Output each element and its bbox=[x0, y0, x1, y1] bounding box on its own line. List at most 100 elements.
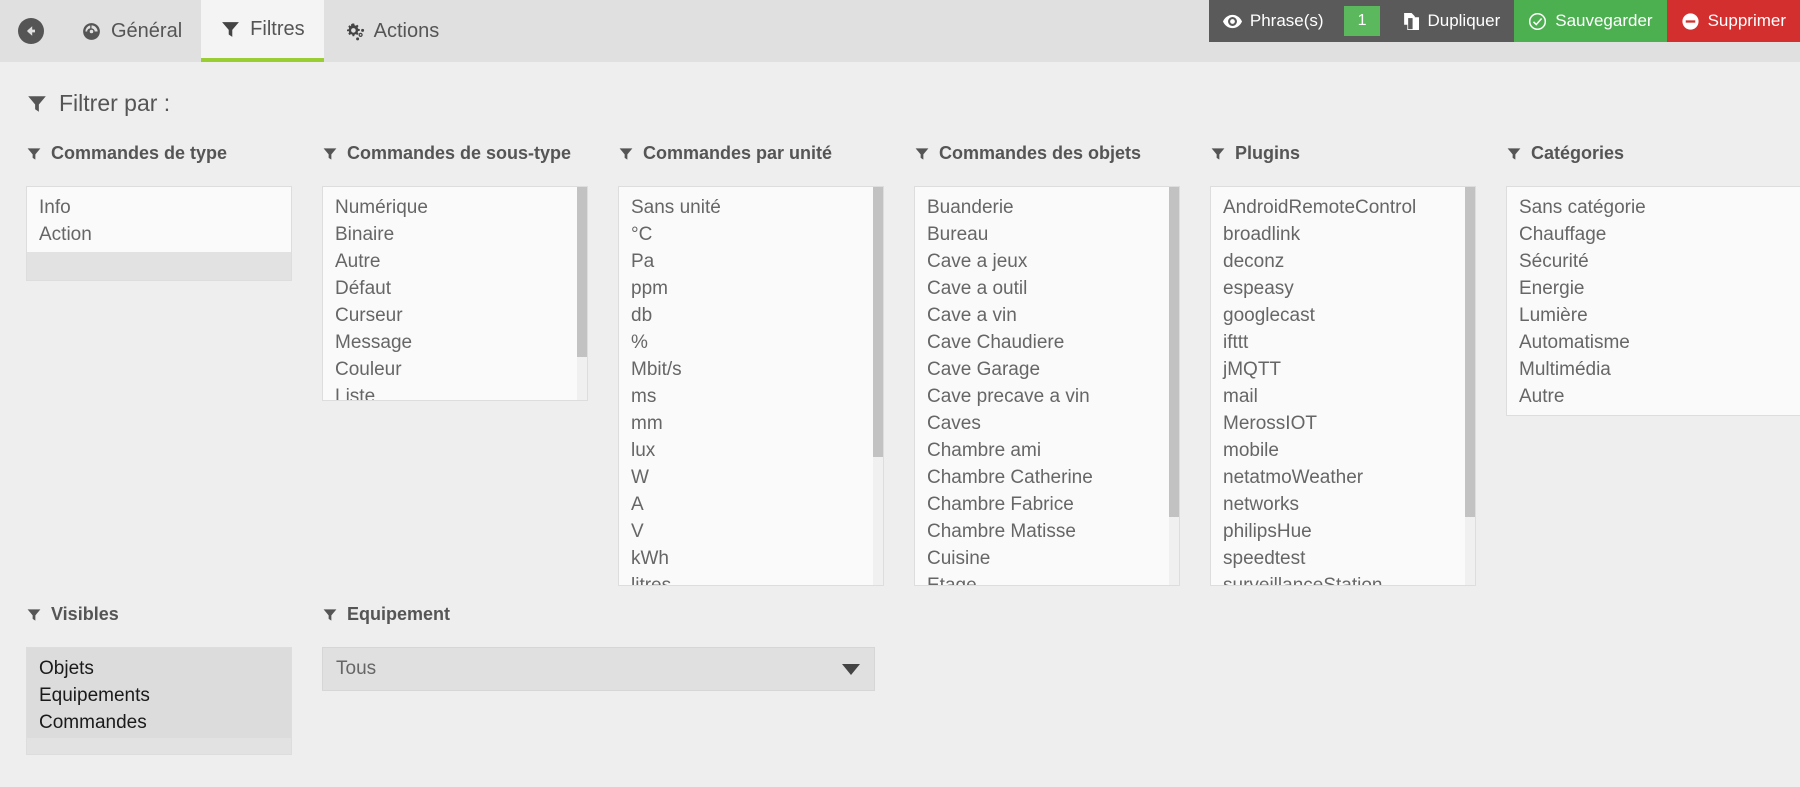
list-item[interactable]: Chambre Catherine bbox=[915, 464, 1179, 491]
list-item[interactable]: Pa bbox=[619, 248, 883, 275]
column-title-label: Commandes de sous-type bbox=[347, 143, 572, 163]
list-item[interactable]: espeasy bbox=[1211, 275, 1475, 302]
list-item[interactable]: Autre bbox=[1507, 383, 1800, 410]
list-item[interactable]: Liste bbox=[323, 383, 587, 400]
list-item[interactable]: Cave a outil bbox=[915, 275, 1179, 302]
scrollbar-thumb[interactable] bbox=[1169, 187, 1179, 517]
list-item[interactable]: W bbox=[619, 464, 883, 491]
list-item[interactable]: deconz bbox=[1211, 248, 1475, 275]
list-item[interactable]: % bbox=[619, 329, 883, 356]
list-item[interactable]: Chambre Fabrice bbox=[915, 491, 1179, 518]
list-item[interactable]: ppm bbox=[619, 275, 883, 302]
list-item[interactable]: °C bbox=[619, 221, 883, 248]
scrollbar-track[interactable] bbox=[1169, 187, 1179, 585]
supprimer-label: Supprimer bbox=[1707, 11, 1786, 30]
list-item[interactable]: mobile bbox=[1211, 437, 1475, 464]
sauvegarder-button[interactable]: Sauvegarder bbox=[1514, 0, 1667, 42]
list-item[interactable]: netatmoWeather bbox=[1211, 464, 1475, 491]
dupliquer-label: Dupliquer bbox=[1427, 11, 1501, 30]
list-item[interactable]: Cuisine bbox=[915, 545, 1179, 572]
list-item[interactable]: db bbox=[619, 302, 883, 329]
scrollbar-track[interactable] bbox=[873, 187, 883, 585]
equipement-select[interactable]: Tous bbox=[322, 647, 875, 691]
list-item[interactable]: mail bbox=[1211, 383, 1475, 410]
list-item[interactable]: litres bbox=[619, 572, 883, 585]
supprimer-button[interactable]: Supprimer bbox=[1666, 0, 1800, 42]
list-item[interactable]: ms bbox=[619, 383, 883, 410]
scrollbar-thumb[interactable] bbox=[577, 187, 587, 357]
list-item[interactable]: broadlink bbox=[1211, 221, 1475, 248]
list-item[interactable]: Buanderie bbox=[915, 194, 1179, 221]
list-item[interactable]: lux bbox=[619, 437, 883, 464]
list-item[interactable]: MerossIOT bbox=[1211, 410, 1475, 437]
list-item[interactable]: Numérique bbox=[323, 194, 587, 221]
list-item[interactable]: Energie bbox=[1507, 275, 1800, 302]
tab-actions[interactable]: Actions bbox=[324, 0, 459, 62]
listbox-plugins[interactable]: AndroidRemoteControl broadlink deconz es… bbox=[1210, 186, 1476, 586]
dupliquer-button[interactable]: Dupliquer bbox=[1388, 0, 1515, 42]
bottom-filters: Visibles Objets Equipements Commandes Eq… bbox=[26, 604, 1774, 755]
listbox-commandes-de-sous-type[interactable]: Numérique Binaire Autre Défaut Curseur M… bbox=[322, 186, 588, 401]
list-item[interactable]: Caves bbox=[915, 410, 1179, 437]
listbox-commandes-de-type[interactable]: Info Action bbox=[26, 186, 292, 281]
column-title: Catégories bbox=[1506, 143, 1800, 164]
scrollbar-thumb[interactable] bbox=[1465, 187, 1475, 517]
list-item[interactable]: networks bbox=[1211, 491, 1475, 518]
list-item[interactable]: Action bbox=[27, 221, 291, 248]
list-item[interactable]: surveillanceStation bbox=[1211, 572, 1475, 585]
list-item[interactable]: Info bbox=[27, 194, 291, 221]
list-item[interactable]: jMQTT bbox=[1211, 356, 1475, 383]
list-item[interactable]: Mbit/s bbox=[619, 356, 883, 383]
filter-icon bbox=[1210, 146, 1226, 162]
minus-circle-icon bbox=[1681, 12, 1700, 31]
tab-general[interactable]: Général bbox=[62, 0, 201, 62]
list-item[interactable]: Automatisme bbox=[1507, 329, 1800, 356]
list-item[interactable]: Cave a jeux bbox=[915, 248, 1179, 275]
listbox-options: Info Action bbox=[27, 187, 291, 252]
list-item[interactable]: Lumière bbox=[1507, 302, 1800, 329]
list-item[interactable]: Cave Chaudiere bbox=[915, 329, 1179, 356]
list-item[interactable]: speedtest bbox=[1211, 545, 1475, 572]
list-item[interactable]: Commandes bbox=[27, 709, 291, 736]
list-item[interactable]: Etage bbox=[915, 572, 1179, 585]
list-item[interactable]: Cave a vin bbox=[915, 302, 1179, 329]
list-item[interactable]: A bbox=[619, 491, 883, 518]
list-item[interactable]: Cave precave a vin bbox=[915, 383, 1179, 410]
list-item[interactable]: Curseur bbox=[323, 302, 587, 329]
back-button[interactable] bbox=[0, 0, 62, 62]
list-item[interactable]: Equipements bbox=[27, 682, 291, 709]
list-item[interactable]: Message bbox=[323, 329, 587, 356]
list-item[interactable]: Défaut bbox=[323, 275, 587, 302]
list-item[interactable]: Chauffage bbox=[1507, 221, 1800, 248]
listbox-commandes-par-unite[interactable]: Sans unité °C Pa ppm db % Mbit/s ms mm l… bbox=[618, 186, 884, 586]
list-item[interactable]: mm bbox=[619, 410, 883, 437]
page-title: Filtrer par : bbox=[26, 90, 1774, 117]
scrollbar-thumb[interactable] bbox=[873, 187, 883, 457]
list-item[interactable]: Sécurité bbox=[1507, 248, 1800, 275]
listbox-categories[interactable]: Sans catégorie Chauffage Sécurité Energi… bbox=[1506, 186, 1800, 416]
scrollbar-track[interactable] bbox=[577, 187, 587, 400]
list-item[interactable]: Cave Garage bbox=[915, 356, 1179, 383]
listbox-visibles[interactable]: Objets Equipements Commandes bbox=[26, 647, 292, 755]
list-item[interactable]: Multimédia bbox=[1507, 356, 1800, 383]
phrases-button[interactable]: Phrase(s) 1 bbox=[1208, 0, 1389, 42]
list-item[interactable]: philipsHue bbox=[1211, 518, 1475, 545]
list-item[interactable]: Chambre ami bbox=[915, 437, 1179, 464]
tab-filtres[interactable]: Filtres bbox=[201, 0, 324, 62]
list-item[interactable]: ifttt bbox=[1211, 329, 1475, 356]
list-item[interactable]: Binaire bbox=[323, 221, 587, 248]
column-title-label: Visibles bbox=[51, 604, 119, 624]
list-item[interactable]: Sans unité bbox=[619, 194, 883, 221]
list-item[interactable]: kWh bbox=[619, 545, 883, 572]
list-item[interactable]: Bureau bbox=[915, 221, 1179, 248]
list-item[interactable]: Objets bbox=[27, 655, 291, 682]
list-item[interactable]: Chambre Matisse bbox=[915, 518, 1179, 545]
list-item[interactable]: googlecast bbox=[1211, 302, 1475, 329]
list-item[interactable]: V bbox=[619, 518, 883, 545]
list-item[interactable]: Sans catégorie bbox=[1507, 194, 1800, 221]
list-item[interactable]: Autre bbox=[323, 248, 587, 275]
listbox-commandes-des-objets[interactable]: Buanderie Bureau Cave a jeux Cave a outi… bbox=[914, 186, 1180, 586]
list-item[interactable]: Couleur bbox=[323, 356, 587, 383]
list-item[interactable]: AndroidRemoteControl bbox=[1211, 194, 1475, 221]
scrollbar-track[interactable] bbox=[1465, 187, 1475, 585]
